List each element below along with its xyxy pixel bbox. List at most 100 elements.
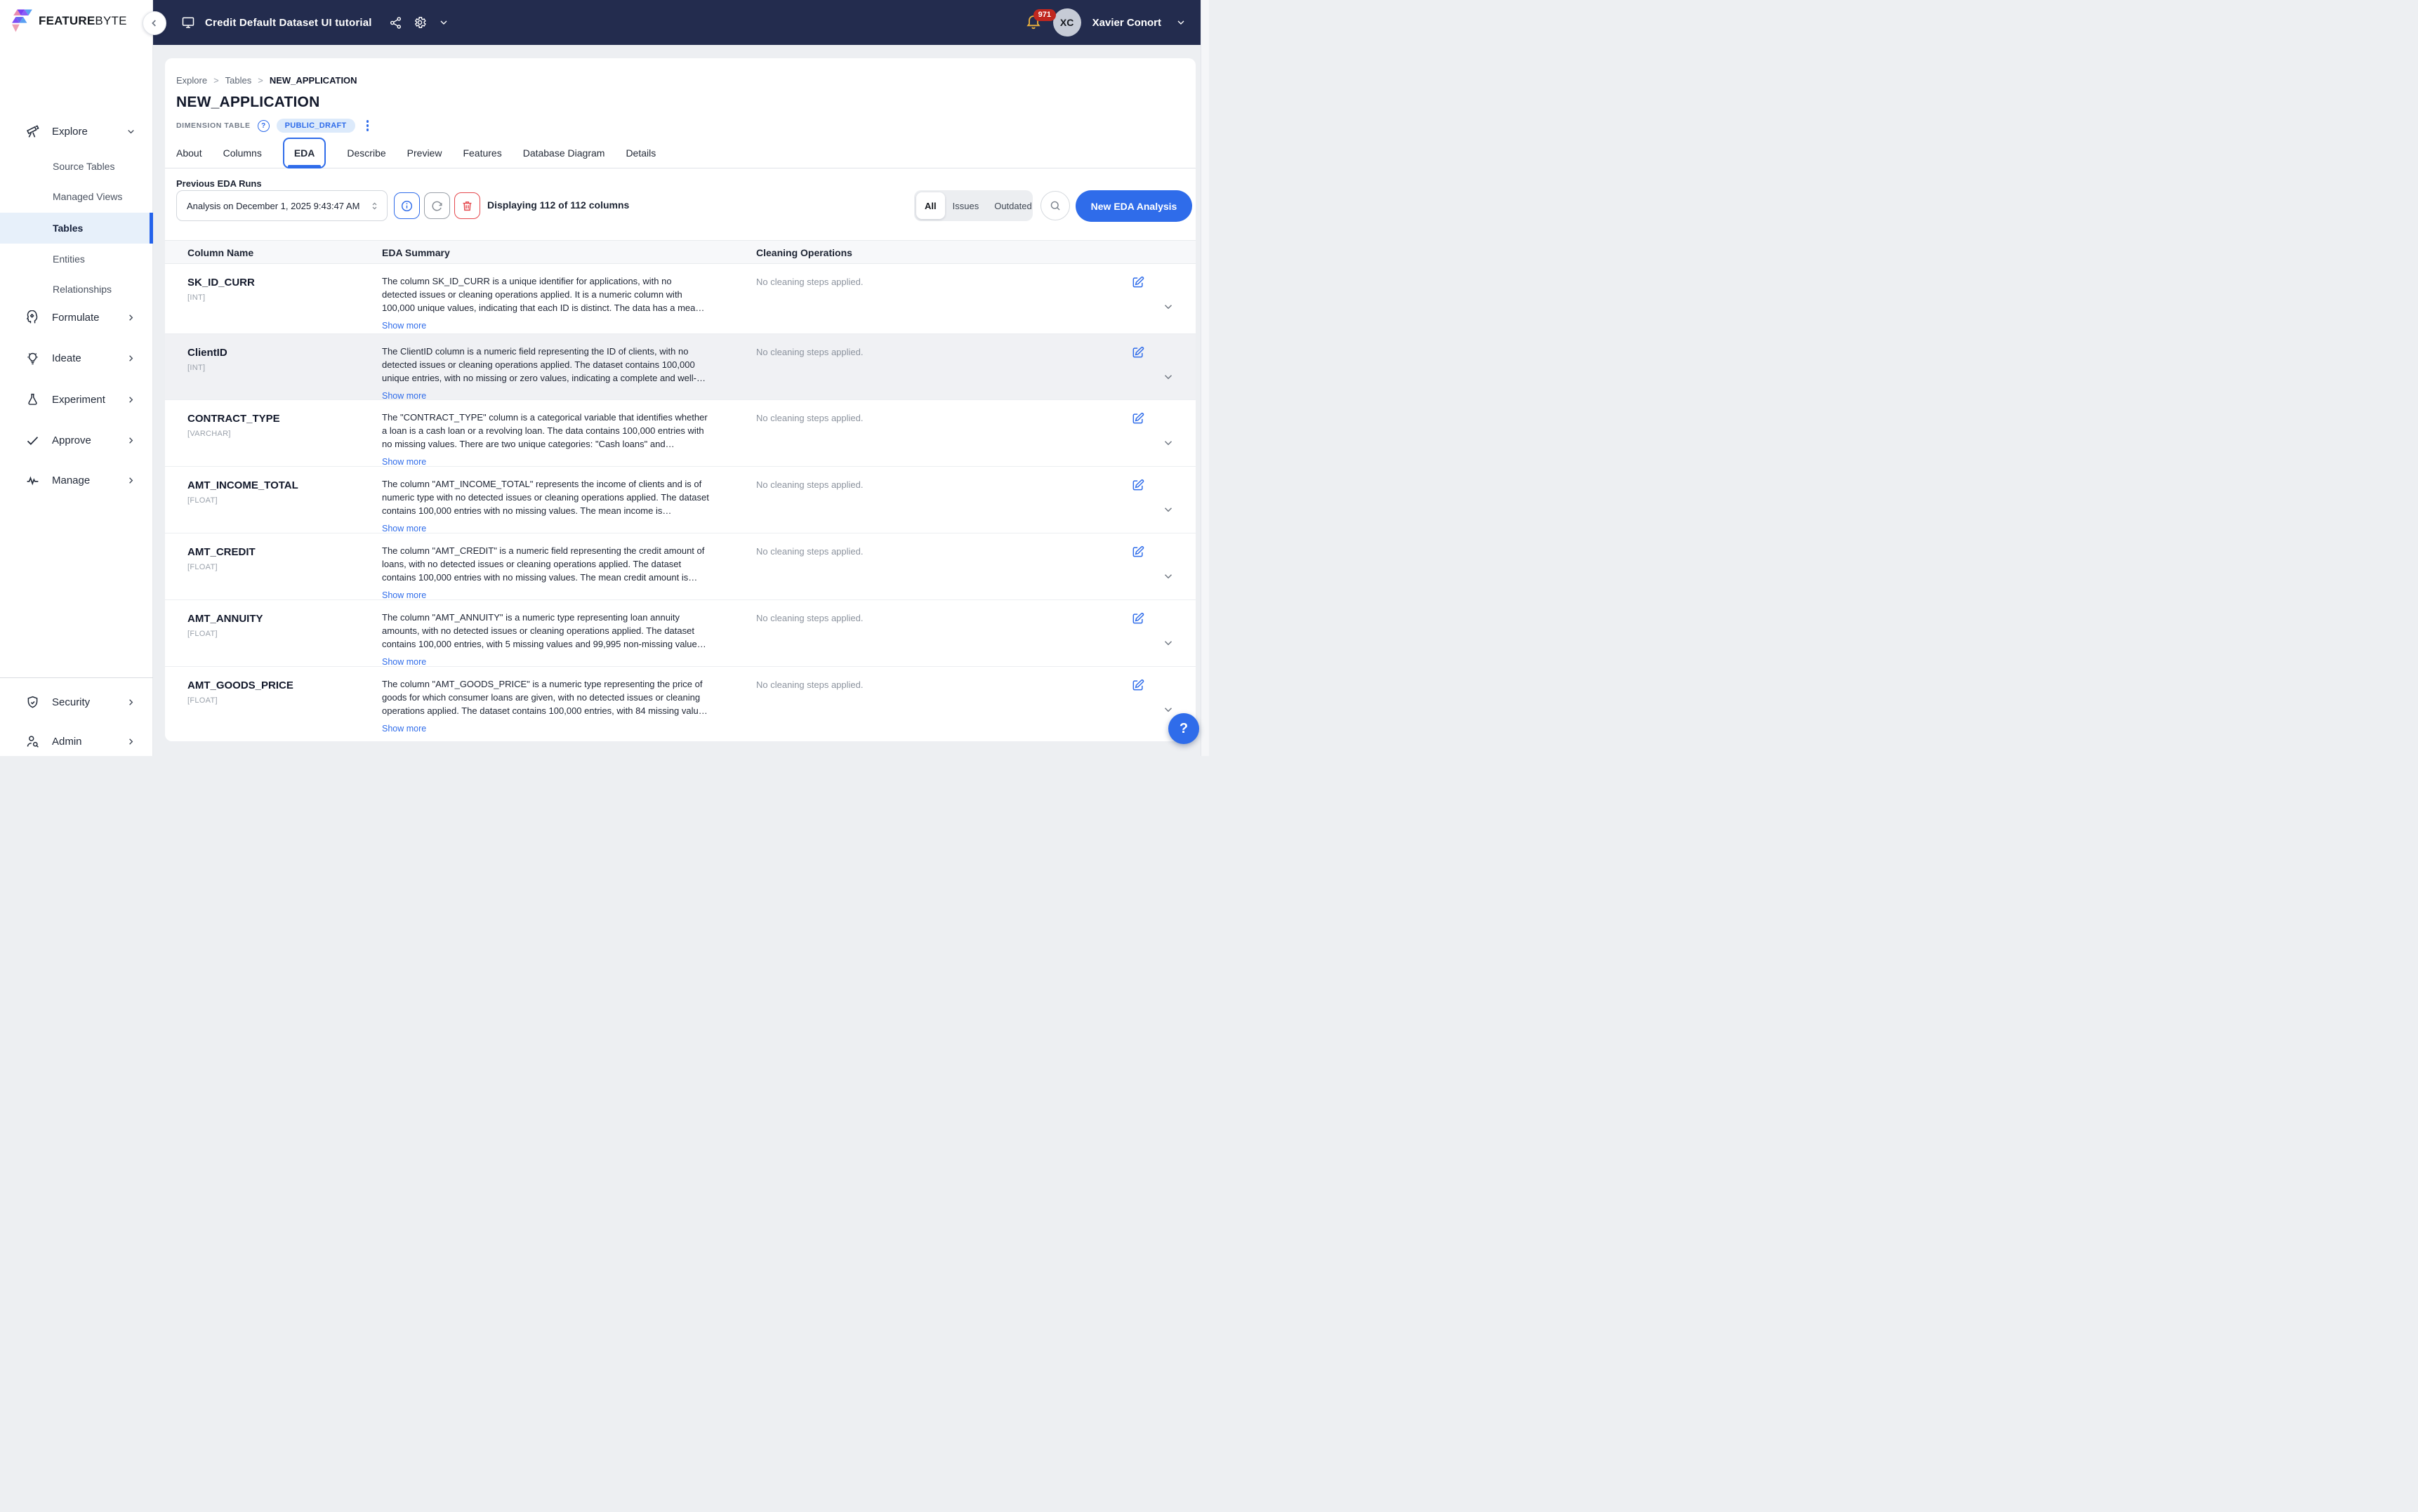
table-row: CONTRACT_TYPE [VARCHAR] The "CONTRACT_TY… (165, 400, 1196, 467)
user-menu-chevron-down-icon[interactable] (1174, 15, 1188, 29)
expand-row-chevron-icon[interactable] (1161, 502, 1176, 517)
run-delete-button[interactable] (454, 192, 480, 219)
sidebar-item-approve[interactable]: Approve (0, 427, 153, 453)
sidebar-item-experiment[interactable]: Experiment (0, 387, 153, 412)
page-scrollbar[interactable] (1201, 0, 1209, 756)
show-more-link[interactable]: Show more (382, 391, 426, 401)
filter-segmented-control: All Issues Outdated (914, 190, 1033, 221)
expand-row-chevron-icon[interactable] (1161, 299, 1176, 314)
user-search-icon (24, 734, 41, 749)
edit-cleaning-button[interactable] (1128, 542, 1148, 562)
expand-row-chevron-icon[interactable] (1161, 635, 1176, 651)
gear-icon[interactable] (413, 15, 427, 29)
chevron-down-icon (126, 126, 136, 137)
breadcrumb-tables[interactable]: Tables (225, 75, 252, 86)
tab-features[interactable]: Features (463, 147, 501, 159)
sidebar-collapse-button[interactable] (143, 11, 166, 35)
filter-outdated[interactable]: Outdated (986, 192, 1040, 219)
sidebar-item-managed-views[interactable]: Managed Views (0, 184, 153, 209)
sidebar-item-admin[interactable]: Admin (0, 729, 153, 754)
chevron-right-icon (126, 475, 136, 486)
workspace-title: Credit Default Dataset UI tutorial (205, 17, 372, 29)
table-type-help-icon[interactable]: ? (258, 120, 270, 132)
table-header-row: Column Name EDA Summary Cleaning Operati… (165, 240, 1196, 264)
edit-cleaning-button[interactable] (1128, 609, 1148, 628)
sidebar-item-source-tables[interactable]: Source Tables (0, 154, 153, 179)
sidebar-item-entities[interactable]: Entities (0, 246, 153, 272)
show-more-link[interactable]: Show more (382, 321, 426, 331)
tab-details[interactable]: Details (626, 147, 656, 159)
run-info-button[interactable] (394, 192, 420, 219)
notification-count-badge: 971 (1033, 9, 1056, 21)
edit-cleaning-button[interactable] (1128, 343, 1148, 362)
search-button[interactable] (1040, 191, 1070, 220)
table-row: AMT_ANNUITY [FLOAT] The column "AMT_ANNU… (165, 600, 1196, 667)
status-badge: PUBLIC_DRAFT (277, 119, 355, 133)
sidebar-item-manage[interactable]: Manage (0, 467, 153, 493)
tab-bar: About Columns EDA Describe Preview Featu… (165, 138, 1196, 168)
pencil-icon (1131, 545, 1145, 559)
eda-columns-table: Column Name EDA Summary Cleaning Operati… (165, 240, 1196, 741)
tab-about[interactable]: About (176, 147, 202, 159)
expand-row-chevron-icon[interactable] (1161, 369, 1176, 385)
pencil-icon (1131, 478, 1145, 492)
kebab-menu-icon[interactable] (362, 119, 373, 132)
run-refresh-button[interactable] (424, 192, 450, 219)
show-more-link[interactable]: Show more (382, 524, 426, 533)
eda-run-select[interactable]: Analysis on December 1, 2025 9:43:47 AM (176, 190, 388, 221)
edit-cleaning-button[interactable] (1128, 409, 1148, 428)
sidebar-item-security[interactable]: Security (0, 689, 153, 715)
new-eda-analysis-button[interactable]: New EDA Analysis (1076, 190, 1192, 222)
table-row: SK_ID_CURR [INT] The column SK_ID_CURR i… (165, 264, 1196, 334)
filter-issues[interactable]: Issues (945, 192, 987, 219)
table-row: AMT_CREDIT [FLOAT] The column "AMT_CREDI… (165, 533, 1196, 600)
avatar[interactable]: XC (1053, 8, 1081, 37)
help-fab-button[interactable]: ? (1168, 713, 1199, 744)
tab-database-diagram[interactable]: Database Diagram (523, 147, 605, 159)
lightbulb-icon (24, 351, 41, 366)
pencil-icon (1131, 611, 1145, 625)
expand-row-chevron-icon[interactable] (1161, 569, 1176, 584)
sidebar-item-formulate[interactable]: Formulate (0, 305, 153, 330)
sidebar-item-tables[interactable]: Tables (0, 213, 153, 244)
show-more-link[interactable]: Show more (382, 657, 426, 667)
featurebyte-logo-mark (11, 8, 34, 34)
info-icon (400, 199, 414, 213)
show-more-link[interactable]: Show more (382, 590, 426, 600)
share-icon[interactable] (389, 15, 403, 29)
chevron-right-icon (126, 736, 136, 747)
displaying-count: Displaying 112 of 112 columns (487, 199, 629, 211)
expand-row-chevron-icon[interactable] (1161, 702, 1176, 717)
tab-eda[interactable]: EDA (283, 138, 326, 168)
tab-preview[interactable]: Preview (407, 147, 442, 159)
sidebar-item-relationships[interactable]: Relationships (0, 277, 153, 302)
notifications-bell-icon[interactable]: 971 (1025, 12, 1045, 33)
page-title: NEW_APPLICATION (176, 94, 319, 111)
column-header-name: Column Name (187, 241, 253, 265)
show-more-link[interactable]: Show more (382, 724, 426, 734)
tab-describe[interactable]: Describe (347, 147, 385, 159)
edit-cleaning-button[interactable] (1128, 675, 1148, 695)
trash-icon (461, 199, 474, 213)
edit-cleaning-button[interactable] (1128, 272, 1148, 292)
featurebyte-wordmark: FEATUREBYTE (39, 14, 127, 28)
edit-cleaning-button[interactable] (1128, 475, 1148, 495)
expand-row-chevron-icon[interactable] (1161, 435, 1176, 451)
chevron-right-icon (126, 394, 136, 405)
telescope-icon (24, 124, 41, 139)
monitor-icon (181, 15, 195, 29)
show-more-link[interactable]: Show more (382, 457, 426, 467)
sidebar-item-explore[interactable]: Explore (0, 119, 153, 144)
workspace-chevron-down-icon[interactable] (437, 15, 451, 29)
breadcrumb-explore[interactable]: Explore (176, 75, 207, 86)
filter-all[interactable]: All (916, 192, 945, 219)
sidebar-item-ideate[interactable]: Ideate (0, 345, 153, 371)
pulse-icon (24, 473, 41, 488)
column-header-cleaning: Cleaning Operations (756, 241, 852, 265)
table-meta-row: DIMENSION TABLE ? PUBLIC_DRAFT (176, 119, 373, 133)
chevron-right-icon (126, 697, 136, 708)
head-gear-icon (24, 310, 41, 325)
sidebar-divider (0, 677, 153, 678)
table-row: AMT_INCOME_TOTAL [FLOAT] The column "AMT… (165, 467, 1196, 533)
tab-columns[interactable]: Columns (223, 147, 262, 159)
